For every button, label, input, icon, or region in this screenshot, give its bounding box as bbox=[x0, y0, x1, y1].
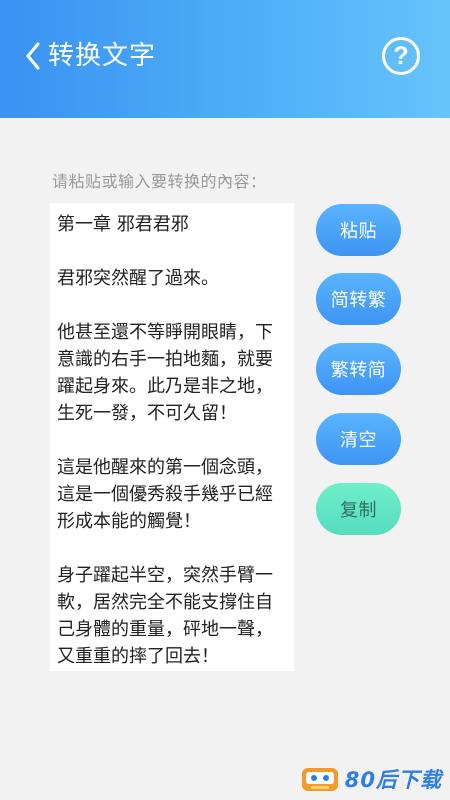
input-hint: 请粘贴或输入要转换的內容： bbox=[52, 172, 267, 191]
chevron-left-icon bbox=[26, 42, 40, 70]
traditional-to-simplified-button[interactable]: 繁转简 bbox=[316, 343, 401, 395]
question-mark-icon: ? bbox=[393, 41, 409, 70]
watermark: 80后下载 bbox=[301, 764, 442, 794]
simplified-to-traditional-button[interactable]: 简转繁 bbox=[316, 273, 401, 325]
watermark-text: 80后下载 bbox=[344, 768, 442, 792]
copy-button[interactable]: 复制 bbox=[316, 483, 401, 535]
page-title: 转换文字 bbox=[48, 41, 157, 71]
back-button[interactable] bbox=[18, 36, 48, 76]
clear-button[interactable]: 清空 bbox=[316, 413, 401, 465]
help-button[interactable]: ? bbox=[382, 37, 420, 75]
conversion-text-input[interactable]: 第一章 邪君君邪 君邪突然醒了過來。 他甚至還不等睜開眼睛，下意識的右手一拍地麵… bbox=[50, 203, 294, 671]
paste-button[interactable]: 粘贴 bbox=[316, 204, 401, 256]
app-header: 转换文字 ? bbox=[0, 0, 450, 118]
watermark-logo-icon bbox=[301, 765, 339, 793]
